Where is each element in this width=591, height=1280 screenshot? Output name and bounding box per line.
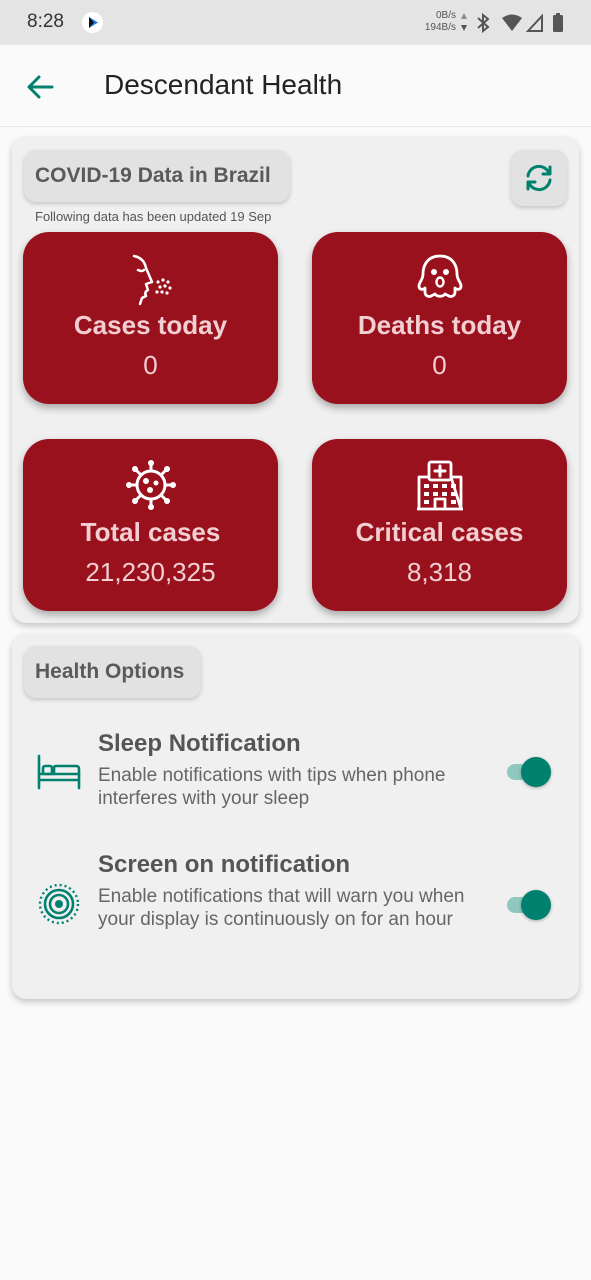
covid-data-card: COVID-19 Data in Brazil Following data h…	[12, 137, 579, 623]
tile-label: Critical cases	[355, 517, 524, 547]
status-bar: 8:28 0B/s 194B/s	[0, 0, 591, 45]
back-arrow-icon[interactable]	[24, 72, 56, 102]
status-icons	[477, 12, 563, 34]
cases-today-tile: Cases today 0	[23, 232, 278, 404]
virus-icon	[125, 460, 176, 510]
data-arrows-icon	[461, 13, 467, 31]
ghost-icon	[417, 254, 462, 298]
battery-icon	[553, 15, 563, 32]
network-speed: 0B/s 194B/s	[424, 10, 456, 33]
option-description: Enable notifications with tips when phon…	[98, 765, 446, 809]
play-store-icon	[82, 12, 103, 33]
screen-on-notification-toggle[interactable]	[505, 889, 553, 920]
covid-heading: COVID-19 Data in Brazil	[24, 150, 290, 202]
sneeze-icon	[132, 254, 172, 306]
app-bar: Descendant Health	[0, 45, 591, 127]
status-time: 8:28	[27, 11, 64, 32]
refresh-button[interactable]	[511, 150, 567, 206]
health-options-card: Health Options Sleep Notification Enable…	[12, 634, 579, 999]
total-cases-tile: Total cases 21,230,325	[23, 439, 278, 611]
tile-value: 0	[143, 350, 158, 380]
tile-value: 0	[432, 350, 447, 380]
critical-cases-tile: Critical cases 8,318	[312, 439, 567, 611]
hospital-icon	[416, 460, 463, 511]
tile-label: Deaths today	[357, 310, 522, 340]
bed-icon	[37, 754, 81, 790]
tile-label: Total cases	[80, 517, 221, 547]
option-description: Enable notifications that will warn you …	[98, 886, 465, 930]
page-title: Descendant Health	[104, 69, 343, 100]
refresh-icon	[526, 164, 552, 192]
sleep-notification-toggle[interactable]	[505, 756, 553, 787]
screen-radiate-icon	[38, 883, 80, 925]
bluetooth-icon	[477, 12, 490, 34]
option-title: Screen on notification	[98, 851, 351, 878]
tile-value: 21,230,325	[85, 557, 216, 587]
option-title: Sleep Notification	[98, 730, 301, 757]
screen-on-notification-option: Screen on notification Enable notificati…	[12, 851, 579, 961]
tile-label: Cases today	[73, 310, 228, 340]
sleep-notification-option: Sleep Notification Enable notifications …	[12, 730, 579, 820]
health-options-heading: Health Options	[24, 646, 201, 698]
signal-icon	[525, 13, 543, 32]
updated-note: Following data has been updated 19 Sep	[35, 209, 272, 224]
tile-value: 8,318	[406, 557, 473, 587]
deaths-today-tile: Deaths today 0	[312, 232, 567, 404]
wifi-icon	[502, 14, 522, 31]
